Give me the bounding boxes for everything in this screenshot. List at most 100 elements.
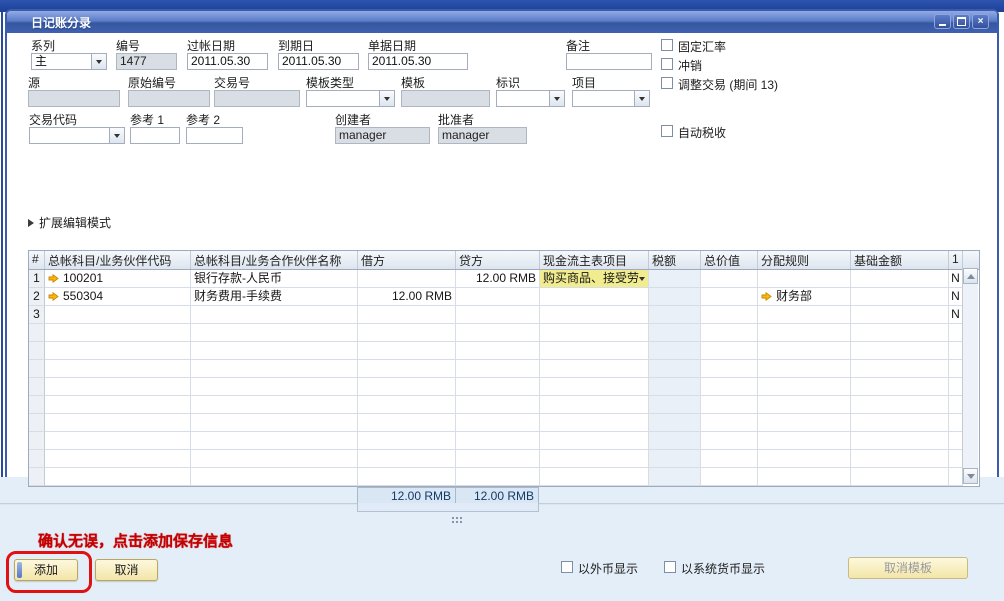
cell-dist[interactable]	[758, 450, 851, 468]
project-select[interactable]	[572, 90, 650, 107]
cell-dist[interactable]	[758, 360, 851, 378]
cell-credit[interactable]	[456, 324, 540, 342]
cell-name[interactable]	[191, 396, 358, 414]
cell-base[interactable]	[851, 414, 949, 432]
reverse-checkbox[interactable]	[661, 58, 673, 70]
link-arrow-icon[interactable]	[48, 292, 59, 301]
cell-cashflow[interactable]	[540, 450, 649, 468]
cell-name[interactable]	[191, 468, 358, 486]
cell-tax[interactable]	[649, 306, 701, 324]
cell-base[interactable]	[851, 288, 949, 306]
cell-cashflow[interactable]	[540, 342, 649, 360]
cell-credit[interactable]	[456, 378, 540, 396]
cell-base[interactable]	[851, 396, 949, 414]
cell-cashflow[interactable]	[540, 288, 649, 306]
cell-last[interactable]	[949, 342, 963, 360]
cell-name[interactable]: 银行存款-人民币	[191, 270, 358, 288]
cell-code[interactable]	[45, 396, 191, 414]
cell-debit[interactable]	[358, 432, 456, 450]
cell-dist[interactable]	[758, 342, 851, 360]
extended-edit-mode-expander[interactable]: 扩展编辑模式	[28, 214, 111, 231]
cell-code[interactable]: 100201	[45, 270, 191, 288]
cell-tax[interactable]	[649, 396, 701, 414]
cell-num[interactable]	[29, 378, 45, 396]
scroll-up-button[interactable]	[963, 268, 978, 284]
cell-cashflow[interactable]	[540, 414, 649, 432]
cancel-template-button[interactable]: 取消模板	[848, 557, 968, 579]
cell-code[interactable]	[45, 432, 191, 450]
cell-gross[interactable]	[701, 378, 758, 396]
display-fc-checkbox[interactable]	[561, 561, 573, 573]
cell-debit[interactable]	[358, 378, 456, 396]
cell-last[interactable]	[949, 324, 963, 342]
cell-gross[interactable]	[701, 324, 758, 342]
minimize-button[interactable]	[934, 14, 951, 29]
cell-tax[interactable]	[649, 288, 701, 306]
cell-gross[interactable]	[701, 468, 758, 486]
cell-last[interactable]	[949, 378, 963, 396]
cell-credit[interactable]	[456, 360, 540, 378]
cell-tax[interactable]	[649, 342, 701, 360]
cell-code[interactable]	[45, 378, 191, 396]
cell-num[interactable]	[29, 324, 45, 342]
cell-code[interactable]	[45, 324, 191, 342]
cell-debit[interactable]	[358, 342, 456, 360]
cell-tax[interactable]	[649, 378, 701, 396]
cell-dist[interactable]	[758, 414, 851, 432]
cell-gross[interactable]	[701, 342, 758, 360]
cell-code[interactable]	[45, 342, 191, 360]
cell-credit[interactable]	[456, 450, 540, 468]
cell-code[interactable]	[45, 414, 191, 432]
cell-debit[interactable]	[358, 468, 456, 486]
origin-no-field[interactable]	[128, 90, 210, 107]
cell-name[interactable]	[191, 306, 358, 324]
cancel-button[interactable]: 取消	[95, 559, 158, 581]
cell-dist[interactable]	[758, 396, 851, 414]
display-sc-checkbox[interactable]	[664, 561, 676, 573]
cell-code[interactable]	[45, 360, 191, 378]
cell-cashflow[interactable]	[540, 360, 649, 378]
trans-code-select[interactable]	[29, 127, 125, 144]
cell-credit[interactable]	[456, 288, 540, 306]
cell-name[interactable]	[191, 324, 358, 342]
cell-base[interactable]	[851, 450, 949, 468]
indicator-dropdown-button[interactable]	[549, 91, 564, 106]
cell-last[interactable]	[949, 450, 963, 468]
cell-debit[interactable]	[358, 396, 456, 414]
cell-gross[interactable]	[701, 414, 758, 432]
cell-credit[interactable]	[456, 468, 540, 486]
ref2-field[interactable]	[186, 127, 243, 144]
number-field[interactable]: 1477	[116, 53, 177, 70]
posting-date-field[interactable]: 2011.05.30	[187, 53, 268, 70]
cell-last[interactable]: N	[949, 288, 963, 306]
cell-dist[interactable]: 财务部	[758, 288, 851, 306]
link-arrow-icon[interactable]	[48, 274, 59, 283]
cell-debit[interactable]	[358, 306, 456, 324]
cell-cashflow[interactable]	[540, 468, 649, 486]
trans-no-field[interactable]	[214, 90, 300, 107]
cell-base[interactable]	[851, 468, 949, 486]
cell-num[interactable]	[29, 432, 45, 450]
cell-num[interactable]	[29, 468, 45, 486]
cell-gross[interactable]	[701, 450, 758, 468]
cell-dist[interactable]	[758, 324, 851, 342]
link-arrow-icon[interactable]	[761, 292, 772, 301]
cell-gross[interactable]	[701, 306, 758, 324]
template-field[interactable]	[401, 90, 490, 107]
vertical-scrollbar[interactable]	[962, 268, 978, 484]
cell-name[interactable]	[191, 414, 358, 432]
cell-debit[interactable]	[358, 360, 456, 378]
cell-dist[interactable]	[758, 432, 851, 450]
cell-tax[interactable]	[649, 324, 701, 342]
cell-credit[interactable]	[456, 396, 540, 414]
doc-date-field[interactable]: 2011.05.30	[368, 53, 468, 70]
cell-code[interactable]	[45, 468, 191, 486]
fixed-rate-checkbox[interactable]	[661, 39, 673, 51]
cell-debit[interactable]: 12.00 RMB	[358, 288, 456, 306]
cell-base[interactable]	[851, 378, 949, 396]
cell-cashflow[interactable]	[540, 378, 649, 396]
trans-code-dropdown-button[interactable]	[109, 128, 124, 143]
cell-name[interactable]	[191, 360, 358, 378]
ref1-field[interactable]	[130, 127, 180, 144]
cell-base[interactable]	[851, 342, 949, 360]
